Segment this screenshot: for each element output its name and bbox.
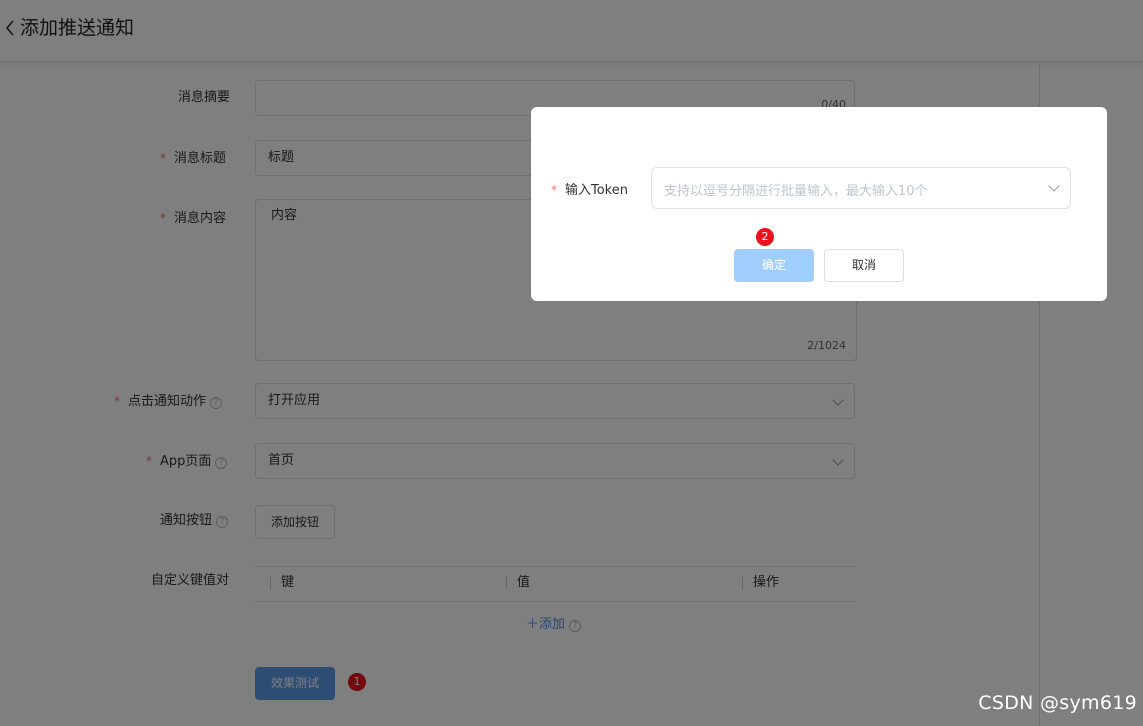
token-input[interactable]: 支持以逗号分隔进行批量输入，最大输入10个 <box>651 167 1071 209</box>
watermark: CSDN @sym619 <box>978 692 1137 714</box>
token-label-text: 输入Token <box>565 183 628 198</box>
annotation-marker: 2 <box>756 228 774 246</box>
token-label: * 输入Token <box>551 179 628 198</box>
confirm-button[interactable]: 确定 <box>734 249 814 282</box>
chevron-down-icon <box>1048 180 1060 192</box>
required-mark: * <box>551 183 557 197</box>
token-placeholder: 支持以逗号分隔进行批量输入，最大输入10个 <box>664 184 928 199</box>
cancel-button[interactable]: 取消 <box>824 249 904 282</box>
token-dialog: * 输入Token 支持以逗号分隔进行批量输入，最大输入10个 2 确定 取消 <box>531 107 1107 301</box>
